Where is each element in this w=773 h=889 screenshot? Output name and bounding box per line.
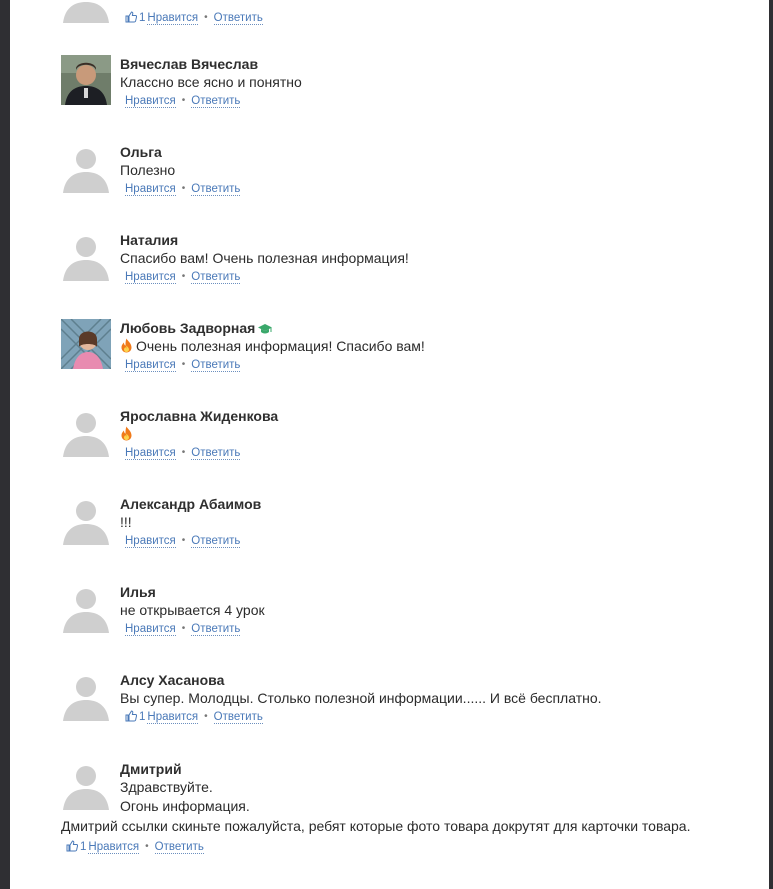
avatar-placeholder[interactable] — [61, 671, 111, 721]
avatar-placeholder[interactable] — [61, 495, 111, 545]
comment-actions: Нравится • Ответить — [120, 269, 760, 286]
comment-actions: Нравится • Ответить — [120, 621, 760, 638]
avatar-photo[interactable] — [61, 319, 111, 369]
avatar-placeholder[interactable] — [61, 760, 111, 810]
comment-actions: Нравится • Ответить — [120, 357, 760, 374]
separator-dot: • — [181, 623, 186, 634]
separator-dot: • — [181, 95, 186, 106]
fire-icon — [121, 426, 132, 441]
separator-dot: • — [204, 12, 208, 23]
comment-text: Полезно — [120, 162, 176, 178]
like-link[interactable]: Нравится — [88, 841, 140, 854]
graduation-cap-icon — [258, 324, 273, 334]
avatar-photo[interactable] — [61, 55, 111, 105]
comment-author[interactable]: Вячеслав Вячеслав — [120, 55, 760, 73]
thumbs-up-icon[interactable] — [66, 840, 78, 852]
like-link[interactable]: Нравится — [125, 359, 176, 372]
comment-text-full-line: Дмитрий ссылки скиньте пожалуйста, ребят… — [61, 818, 691, 834]
avatar-placeholder[interactable] — [61, 231, 111, 281]
separator-dot: • — [204, 711, 208, 722]
separator-dot: • — [181, 447, 186, 458]
avatar-placeholder[interactable] — [61, 407, 111, 457]
comment-author[interactable]: Любовь Задворная — [120, 319, 760, 337]
separator-dot: • — [181, 183, 186, 194]
comment-text-line: Здравствуйте. — [120, 779, 213, 795]
thumbs-up-icon[interactable] — [125, 11, 137, 23]
comment-author[interactable]: Наталия — [120, 231, 760, 249]
like-count: 1 — [139, 711, 146, 723]
comment-actions: 1 Нравится • Ответить — [61, 838, 204, 857]
author-name: Любовь Задворная — [120, 320, 256, 336]
comment-actions: Нравится • Ответить — [120, 181, 760, 198]
reply-link[interactable]: Ответить — [191, 183, 241, 196]
comment-actions: 1 Нравится • Ответить — [120, 709, 760, 726]
fire-icon — [121, 338, 132, 353]
comment-author[interactable]: Александр Абаимов — [120, 495, 760, 513]
reply-link[interactable]: Ответить — [191, 623, 241, 636]
comment-text: не открывается 4 урок — [120, 602, 265, 618]
comment-author[interactable]: Илья — [120, 583, 760, 601]
like-link[interactable]: Нравится — [125, 95, 176, 108]
comment-actions: Нравится • Ответить — [120, 93, 760, 110]
thumbs-up-icon[interactable] — [125, 710, 137, 722]
separator-dot: • — [145, 841, 149, 852]
comment-actions: Нравится • Ответить — [120, 445, 760, 462]
comment-author[interactable]: Ярославна Жиденкова — [120, 407, 760, 425]
like-link[interactable]: Нравится — [147, 12, 199, 25]
like-link[interactable]: Нравится — [125, 623, 176, 636]
avatar-placeholder[interactable] — [61, 143, 111, 193]
reply-link[interactable]: Ответить — [191, 271, 241, 284]
avatar-placeholder — [61, 0, 111, 23]
reply-link[interactable]: Ответить — [213, 12, 263, 25]
reply-link[interactable]: Ответить — [191, 447, 241, 460]
avatar-placeholder[interactable] — [61, 583, 111, 633]
reply-link[interactable]: Ответить — [213, 711, 263, 724]
reply-link[interactable]: Ответить — [191, 359, 241, 372]
comment-author[interactable]: Дмитрий — [120, 760, 760, 778]
like-count: 1 — [80, 841, 87, 853]
comment-text: Спасибо вам! Очень полезная информация! — [120, 250, 409, 266]
right-frame-bar — [769, 0, 773, 889]
left-frame-bar — [0, 0, 10, 889]
comment-text: !!! — [120, 514, 132, 530]
comment-text: Классно все ясно и понятно — [120, 74, 302, 90]
separator-dot: • — [181, 271, 186, 282]
separator-dot: • — [181, 535, 186, 546]
comment-text-content: Очень полезная информация! Спасибо вам! — [136, 338, 425, 354]
like-link[interactable]: Нравится — [125, 447, 176, 460]
comment-text-line: Огонь информация. — [120, 798, 250, 814]
comment-text: Очень полезная информация! Спасибо вам! — [120, 337, 760, 356]
like-link[interactable]: Нравится — [147, 711, 199, 724]
reply-link[interactable]: Ответить — [191, 535, 241, 548]
comment-text: Вы супер. Молодцы. Столько полезной инфо… — [120, 690, 602, 706]
comment-actions: 1 Нравится • Ответить — [120, 10, 760, 27]
comment-actions: Нравится • Ответить — [120, 533, 760, 550]
comment-author[interactable]: Алсу Хасанова — [120, 671, 760, 689]
reply-link[interactable]: Ответить — [191, 95, 241, 108]
like-link[interactable]: Нравится — [125, 271, 176, 284]
like-link[interactable]: Нравится — [125, 183, 176, 196]
comment-text — [120, 425, 760, 444]
like-link[interactable]: Нравится — [125, 535, 176, 548]
reply-link[interactable]: Ответить — [154, 841, 204, 854]
comment-author[interactable]: Ольга — [120, 143, 760, 161]
like-count: 1 — [139, 12, 146, 24]
separator-dot: • — [181, 359, 186, 370]
